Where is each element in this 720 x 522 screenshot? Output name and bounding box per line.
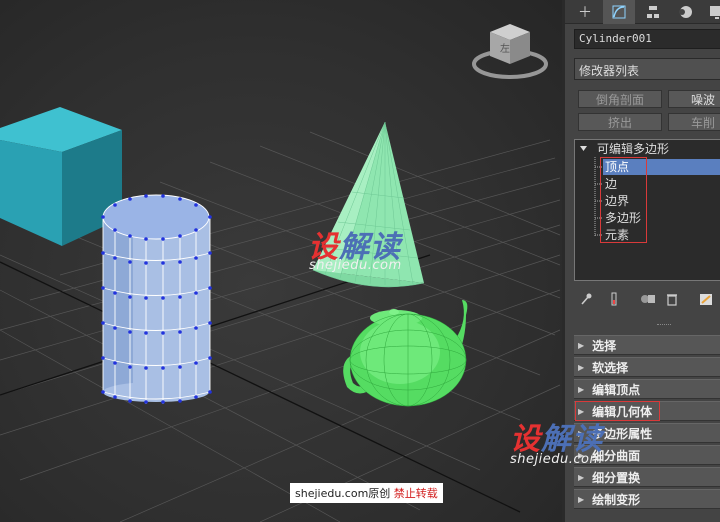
configure-modifier-sets-icon[interactable] bbox=[697, 290, 715, 308]
cylinder-object[interactable] bbox=[101, 194, 212, 404]
show-end-result-icon[interactable] bbox=[605, 290, 623, 308]
lathe-button[interactable]: 车削 bbox=[668, 113, 720, 131]
rollout-expand-icon: ▶ bbox=[578, 494, 585, 504]
object-name-field[interactable]: Cylinder001 bbox=[574, 29, 720, 49]
command-panel-tabs: ＋ bbox=[565, 0, 720, 24]
extrude-button[interactable]: 挤出 bbox=[578, 113, 662, 131]
teapot-object[interactable] bbox=[343, 300, 468, 407]
viewcube-face-label: 左 bbox=[500, 42, 510, 55]
subobject-highlight-box bbox=[600, 157, 647, 243]
rollout-expand-icon: ▶ bbox=[578, 340, 585, 350]
rollout-divider-grip[interactable] bbox=[657, 324, 671, 327]
create-tab-plus-icon[interactable]: ＋ bbox=[569, 0, 601, 24]
watermark-site: shejiedu.com bbox=[309, 258, 402, 273]
rollout-edit-vertices[interactable]: ▶ 编辑顶点 bbox=[574, 379, 720, 399]
noise-button[interactable]: 噪波 bbox=[668, 90, 720, 108]
rollout-subdivision-displacement[interactable]: ▶ 细分置换 bbox=[574, 467, 720, 487]
pin-stack-icon[interactable] bbox=[577, 290, 595, 308]
rollout-paint-deformation[interactable]: ▶ 绘制变形 bbox=[574, 489, 720, 509]
rollout-soft-selection[interactable]: ▶ 软选择 bbox=[574, 357, 720, 377]
rollout-expand-icon: ▶ bbox=[578, 362, 585, 372]
rollout-expand-icon: ▶ bbox=[578, 384, 585, 394]
hierarchy-tab-icon[interactable] bbox=[637, 0, 669, 24]
rollout-expand-icon: ▶ bbox=[578, 472, 585, 482]
viewcube-widget[interactable]: 左 bbox=[470, 20, 550, 80]
bevel-profile-button[interactable]: 倒角剖面 bbox=[578, 90, 662, 108]
collapse-triangle-icon[interactable] bbox=[580, 146, 587, 151]
credit-caption: shejiedu.com原创 禁止转载 bbox=[290, 483, 443, 503]
stack-toolbar bbox=[575, 290, 720, 310]
display-tab-monitor-icon[interactable] bbox=[701, 0, 720, 24]
perspective-viewport[interactable]: 左 设解读 shejiedu.com shejiedu.com原创 禁止转载 bbox=[0, 0, 562, 522]
make-unique-icon[interactable] bbox=[639, 290, 657, 308]
watermark-site: shejiedu.com bbox=[510, 452, 603, 467]
rollout-selection[interactable]: ▶ 选择 bbox=[574, 335, 720, 355]
motion-tab-icon[interactable] bbox=[669, 0, 701, 24]
remove-modifier-trash-icon[interactable] bbox=[663, 290, 681, 308]
modify-tab-curve-icon[interactable] bbox=[603, 0, 635, 24]
stack-item-editable-poly[interactable]: 可编辑多边形 bbox=[597, 141, 669, 157]
modifier-stack[interactable]: 可编辑多边形 顶点 边 边界 多边形 元素 bbox=[574, 139, 720, 281]
modifier-list-dropdown[interactable]: 修改器列表 bbox=[574, 58, 720, 80]
